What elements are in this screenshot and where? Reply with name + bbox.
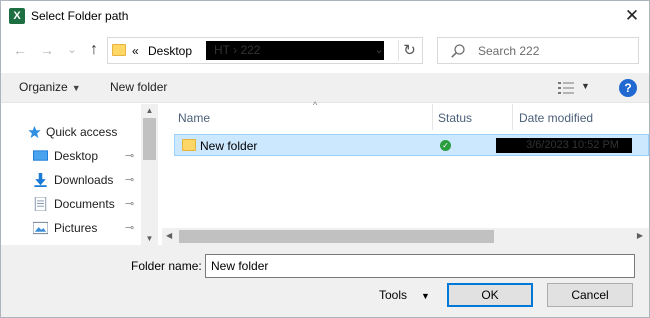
tools-caret-icon: ▼ — [421, 291, 430, 301]
dialog-footer: Folder name: Tools ▼ OK Cancel — [1, 245, 649, 317]
sidebar-item-label: Downloads — [54, 173, 114, 187]
pin-icon[interactable]: ⊸ — [125, 197, 134, 210]
sidebar-item-downloads[interactable]: Downloads ⊸ — [1, 169, 141, 191]
tools-label: Tools — [379, 288, 408, 302]
column-header-label: Name — [178, 111, 211, 125]
address-overflow[interactable]: « — [132, 44, 139, 58]
address-bar[interactable]: « Desktop HT › 222 ⌄ ↻ — [107, 37, 423, 64]
view-options-icon[interactable] — [558, 81, 574, 95]
sync-status-check-icon: ✓ — [440, 140, 451, 151]
help-icon[interactable]: ? — [619, 79, 637, 97]
ok-button[interactable]: OK — [447, 283, 533, 307]
column-header-name[interactable]: Name ^ — [178, 100, 433, 130]
date-modified-redacted: 3/6/2023 10:52 PM — [496, 138, 632, 153]
file-name: New folder — [200, 139, 258, 153]
forward-arrow-icon[interactable]: → — [38, 41, 56, 59]
view-options-caret-icon[interactable]: ▼ — [581, 81, 590, 91]
refresh-icon[interactable]: ↻ — [398, 40, 420, 61]
column-header-date-modified[interactable]: Date modified — [519, 104, 649, 130]
organize-caret-icon: ▼ — [71, 83, 81, 93]
folder-icon — [182, 139, 196, 151]
scroll-up-arrow-icon[interactable]: ▲ — [141, 106, 158, 115]
column-header-status[interactable]: Status — [438, 104, 513, 130]
cancel-button[interactable]: Cancel — [547, 283, 633, 307]
navigation-pane-scrollbar[interactable]: ▲ ▼ — [141, 104, 158, 245]
sidebar-item-quick-access[interactable]: Quick access — [1, 121, 141, 143]
organize-label: Organize — [19, 80, 68, 94]
sidebar-item-pictures[interactable]: Pictures ⊸ — [1, 217, 141, 239]
file-list: Name ^ Status Date modified New folder ✓… — [162, 100, 649, 245]
column-header-label: Date modified — [519, 111, 594, 125]
scroll-left-arrow-icon[interactable]: ◀ — [166, 231, 172, 240]
pin-icon[interactable]: ⊸ — [125, 221, 134, 234]
sidebar-item-label: Pictures — [54, 221, 98, 235]
sidebar-item-documents[interactable]: Documents ⊸ — [1, 193, 141, 215]
sidebar-item-label: Documents — [54, 197, 115, 211]
folder-icon — [112, 44, 126, 56]
pin-icon[interactable]: ⊸ — [125, 149, 134, 162]
column-header-label: Status — [438, 111, 473, 125]
table-row[interactable]: New folder ✓ 3/6/2023 10:52 PM — [174, 134, 649, 156]
address-dropdown-chevron-icon[interactable]: ⌄ — [370, 40, 388, 61]
recent-locations-chevron-icon[interactable]: ⌄ — [63, 41, 81, 59]
star-icon — [28, 125, 41, 139]
breadcrumb-redacted-path[interactable]: HT › 222 — [206, 41, 384, 60]
pictures-icon — [33, 221, 48, 235]
close-button[interactable]: ✕ — [621, 5, 643, 27]
scrollbar-thumb[interactable] — [143, 118, 156, 160]
pin-icon[interactable]: ⊸ — [125, 173, 134, 186]
back-arrow-icon[interactable]: ← — [11, 41, 29, 59]
scroll-down-arrow-icon[interactable]: ▼ — [141, 234, 158, 243]
new-folder-button[interactable]: New folder — [110, 80, 167, 94]
window-title: Select Folder path — [31, 9, 129, 23]
search-placeholder: Search 222 — [478, 44, 540, 58]
breadcrumb-desktop[interactable]: Desktop — [148, 44, 192, 58]
excel-app-icon: X — [9, 8, 25, 24]
navigation-pane: Quick access Desktop ⊸ Downloads ⊸ Docum… — [1, 104, 158, 245]
downloads-icon — [34, 173, 47, 187]
folder-name-label: Folder name: — [131, 259, 202, 273]
select-folder-dialog: X Select Folder path ✕ ← → ⌄ ↑ « Desktop… — [0, 0, 650, 318]
search-icon — [451, 44, 465, 58]
tools-menu-button[interactable]: Tools ▼ — [379, 288, 430, 302]
folder-name-field[interactable] — [205, 254, 635, 278]
search-input[interactable]: Search 222 — [437, 37, 639, 64]
scrollbar-thumb[interactable] — [179, 230, 494, 243]
sidebar-item-label: Desktop — [54, 149, 99, 163]
scroll-right-arrow-icon[interactable]: ▶ — [637, 231, 643, 240]
title-bar: X Select Folder path ✕ — [1, 1, 649, 31]
desktop-icon — [33, 150, 48, 161]
up-arrow-icon[interactable]: ↑ — [85, 41, 103, 59]
sidebar-item-desktop[interactable]: Desktop ⊸ — [1, 145, 141, 167]
organize-menu-button[interactable]: Organize ▼ — [19, 80, 81, 94]
command-bar: Organize ▼ New folder ▼ ? — [1, 73, 649, 103]
sort-ascending-icon: ^ — [313, 100, 318, 110]
horizontal-scrollbar[interactable]: ◀ ▶ — [162, 228, 649, 245]
documents-icon — [34, 197, 47, 211]
sidebar-item-label: Quick access — [46, 125, 118, 139]
